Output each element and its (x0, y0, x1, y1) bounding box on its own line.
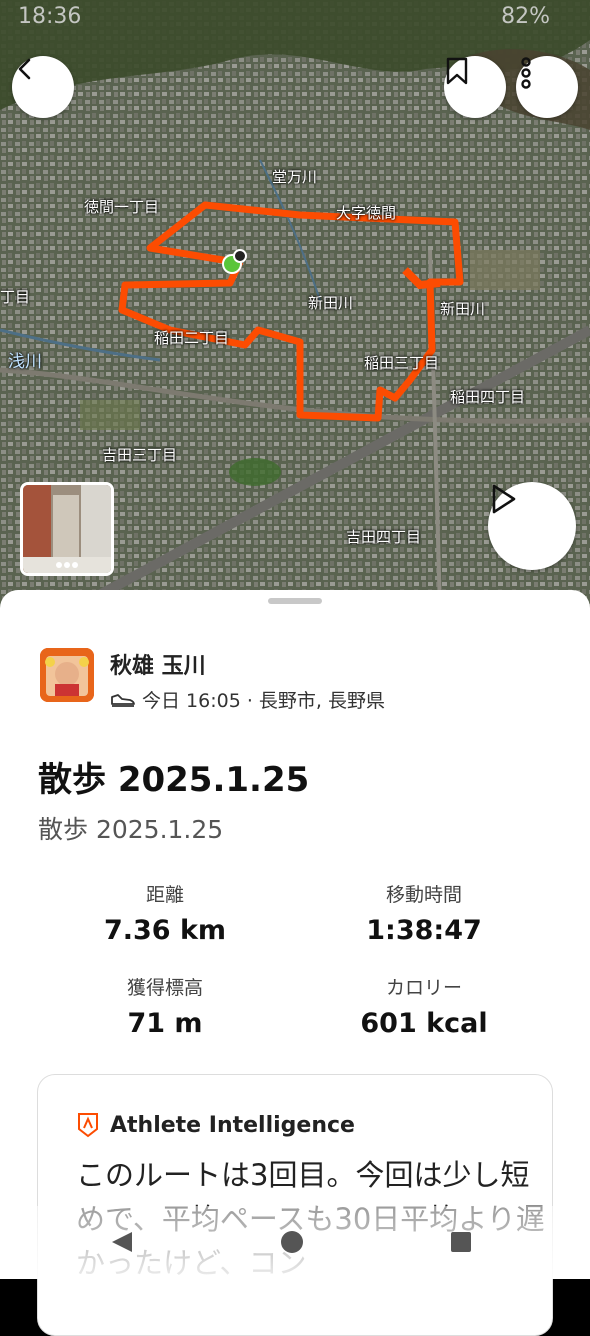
activity-meta: 今日 16:05 · 長野市, 長野県 (110, 686, 385, 713)
stat-value: 71 m (127, 1008, 203, 1039)
nav-back-icon (112, 1232, 132, 1252)
map-label: 稲田三丁目 (364, 354, 440, 372)
stat-label: カロリー (385, 977, 462, 999)
status-bar: 18:36 82% (0, 0, 590, 36)
map-label: 吉田四丁目 (346, 528, 422, 546)
map-label: 大字徳間 (336, 204, 397, 222)
system-navigation-bar (0, 1206, 590, 1279)
back-button[interactable] (12, 56, 74, 118)
avatar-image (40, 648, 94, 702)
photo-image (23, 485, 111, 573)
avatar[interactable] (40, 648, 94, 702)
map-label: 浅川 (8, 352, 42, 372)
athlete-intelligence-title: Athlete Intelligence (110, 1113, 355, 1138)
activity-datetime-location: 今日 16:05 · 長野市, 長野県 (142, 690, 385, 712)
stat-distance: 距離 7.36 km (50, 880, 280, 946)
activity-description: 散歩 2025.1.25 (38, 815, 224, 844)
map-label: 稲田二丁目 (154, 329, 230, 347)
status-time: 18:36 (18, 4, 82, 29)
stat-value: 1:38:47 (366, 915, 482, 946)
play-flyover-button[interactable] (488, 482, 576, 570)
stat-elevation-gain: 獲得標高 71 m (50, 973, 280, 1039)
stat-value: 7.36 km (103, 915, 227, 946)
stat-moving-time: 移動時間 1:38:47 (309, 880, 539, 946)
athlete-intelligence-card[interactable]: Athlete Intelligence このルートは3回目。今回は少し短めで、… (37, 1074, 553, 1336)
play-icon (492, 484, 516, 514)
more-options-button[interactable] (516, 56, 578, 118)
nav-home-icon (281, 1231, 303, 1253)
stat-value: 601 kcal (360, 1008, 488, 1039)
athlete-name[interactable]: 秋雄 玉川 (110, 648, 206, 680)
map-label: 新田川 (440, 300, 486, 318)
athlete-intelligence-icon (78, 1113, 98, 1138)
activity-title: 散歩 2025.1.25 (38, 760, 310, 800)
end-marker (233, 249, 247, 263)
sheet-drag-handle[interactable] (268, 598, 322, 604)
nav-recents-icon (451, 1232, 471, 1252)
map-label: 堂万川 (272, 168, 318, 186)
route-map[interactable]: 徳間一丁目 大字徳間 堂万川 新田川 新田川 稲田二丁目 稲田三丁目 稲田四丁目… (0, 0, 590, 610)
more-vertical-icon (521, 57, 531, 89)
bookmark-button[interactable] (444, 56, 506, 118)
map-label: 丁目 (0, 288, 31, 306)
stat-label: 距離 (145, 884, 184, 906)
map-label: 吉田三丁目 (102, 446, 178, 464)
shoe-icon (111, 693, 135, 707)
map-label: 徳間一丁目 (84, 198, 160, 216)
map-label: 稲田四丁目 (450, 388, 526, 406)
stat-label: 移動時間 (385, 884, 462, 906)
chevron-left-icon (18, 58, 31, 80)
bookmark-icon (446, 57, 468, 85)
stat-label: 獲得標高 (126, 977, 203, 999)
activity-details-sheet: 秋雄 玉川 今日 16:05 · 長野市, 長野県 散歩 2025.1.25 散… (0, 590, 590, 1336)
nav-bar-icons (112, 1231, 471, 1253)
activity-photo-thumbnail[interactable] (20, 482, 114, 576)
map-label: 新田川 (308, 294, 354, 312)
battery-level: 82% (501, 4, 550, 29)
stat-calories: カロリー 601 kcal (309, 973, 539, 1039)
